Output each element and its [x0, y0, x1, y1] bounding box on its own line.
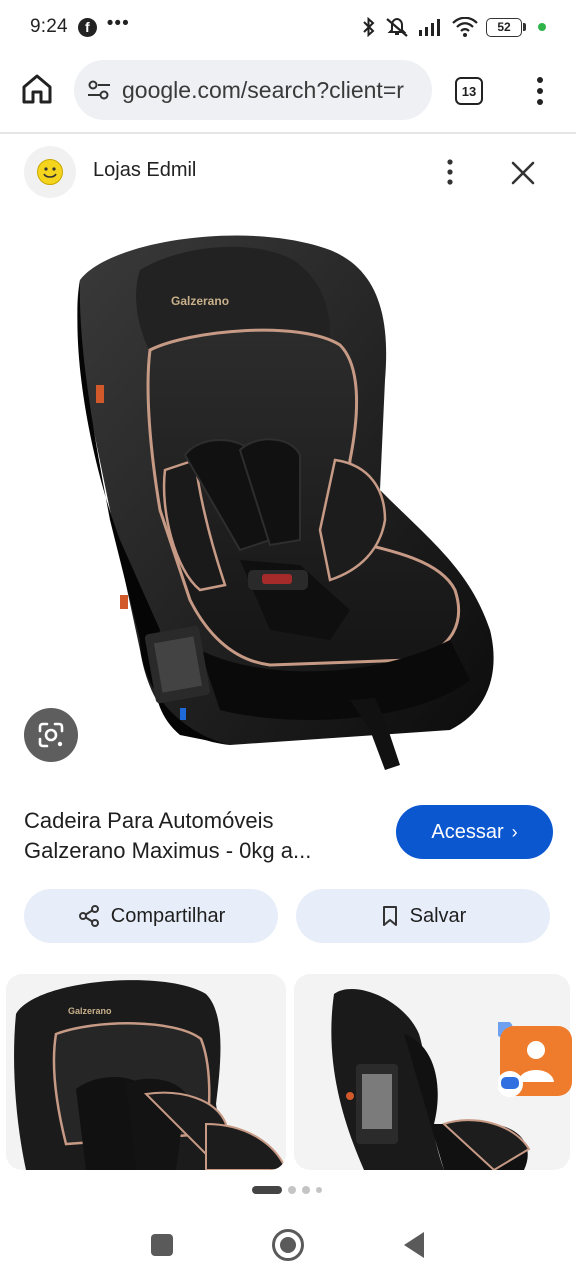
lens-button[interactable] — [24, 708, 78, 762]
smiley-icon — [37, 159, 63, 185]
floating-app-bubble[interactable] — [498, 1022, 574, 1098]
wifi-icon — [452, 17, 478, 37]
home-nav-icon[interactable] — [272, 1229, 304, 1261]
recents-icon[interactable] — [151, 1234, 173, 1256]
close-icon[interactable] — [508, 158, 538, 188]
thumbnail-brand-text: Galzerano — [68, 1006, 112, 1016]
related-image-1[interactable]: Galzerano — [6, 974, 286, 1170]
pager-dot-active — [252, 1186, 282, 1194]
facebook-icon: f — [77, 17, 97, 37]
browser-menu-icon[interactable] — [530, 74, 550, 108]
privacy-indicator — [538, 23, 546, 31]
source-name[interactable]: Lojas Edmil — [93, 159, 196, 182]
bluetooth-icon — [363, 17, 375, 37]
system-nav-bar — [0, 1216, 576, 1276]
save-button-label: Salvar — [409, 904, 467, 927]
source-favicon[interactable] — [24, 146, 76, 198]
more-options-icon[interactable] — [440, 156, 460, 188]
thumbnail-seat-front: Galzerano — [14, 980, 286, 1170]
tab-count: 13 — [461, 83, 477, 99]
access-button[interactable]: Acessar › — [396, 805, 553, 859]
address-bar[interactable]: google.com/search?client=r — [74, 60, 432, 120]
battery-icon: 52 — [486, 17, 526, 37]
pager-dot — [302, 1186, 310, 1194]
url-text[interactable]: google.com/search?client=r — [122, 77, 404, 104]
product-title-line2: Galzerano Maximus - 0kg a... — [24, 838, 312, 863]
status-bar: 9:24 f ••• 52 — [0, 0, 576, 54]
battery-level: 52 — [497, 20, 511, 34]
image-pager[interactable] — [252, 1186, 322, 1194]
mute-icon — [386, 17, 408, 37]
product-title-line1: Cadeira Para Automóveis — [24, 808, 274, 833]
product-title[interactable]: Cadeira Para Automóveis Galzerano Maximu… — [24, 806, 374, 866]
more-notifications-icon: ••• — [106, 13, 130, 34]
share-button-label: Compartilhar — [110, 904, 226, 927]
save-button[interactable]: Salvar — [296, 889, 550, 943]
signal-icon — [419, 19, 440, 36]
chevron-right-icon: › — [511, 821, 518, 842]
source-header: Lojas Edmil — [0, 144, 576, 200]
google-lens-icon — [38, 722, 64, 748]
back-icon[interactable] — [404, 1232, 424, 1258]
pager-dot — [288, 1186, 296, 1194]
home-icon[interactable] — [20, 72, 54, 106]
pager-dot — [316, 1187, 322, 1193]
seat-brand-text: Galzerano — [171, 294, 229, 308]
tab-switcher-button[interactable]: 13 — [455, 77, 483, 105]
access-button-label: Acessar — [431, 820, 504, 843]
browser-toolbar: google.com/search?client=r 13 — [0, 58, 576, 126]
share-icon — [78, 905, 99, 927]
toolbar-divider — [0, 132, 576, 134]
product-image[interactable]: Galzerano — [0, 210, 576, 782]
status-time: 9:24 — [30, 16, 68, 37]
share-button[interactable]: Compartilhar — [24, 889, 278, 943]
bookmark-icon — [382, 906, 397, 926]
site-settings-icon[interactable] — [86, 77, 112, 103]
